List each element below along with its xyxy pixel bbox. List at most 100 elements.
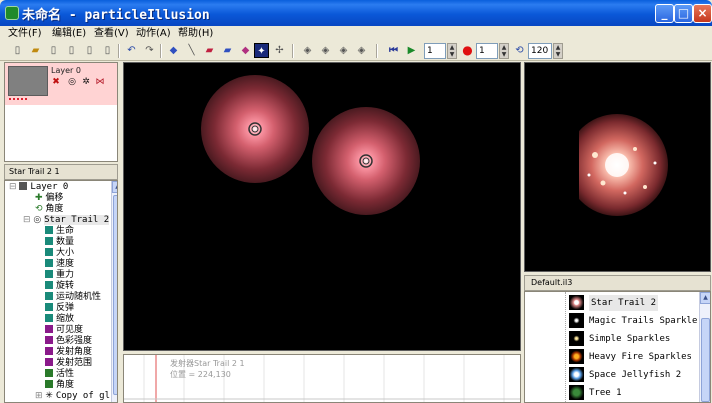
tree-item-emission-angle[interactable]: 发射角度 bbox=[45, 347, 92, 358]
emitter-1[interactable] bbox=[201, 75, 309, 183]
tree-item-angle[interactable]: ⟲ 角度 bbox=[35, 204, 63, 215]
library-item-magic-trails[interactable]: Magic Trails Sparkle bbox=[589, 313, 697, 329]
layer-delete-icon[interactable]: ✖ bbox=[51, 77, 61, 87]
menu-edit[interactable]: 编辑(E) bbox=[50, 26, 88, 41]
parameter-tree: ⊟ Layer 0 ✚ 偏移 ⟲ 角度 ⊟ ◎ Star Trail 2 生命 … bbox=[4, 180, 118, 403]
stage-svg bbox=[201, 75, 420, 215]
tree-item-life[interactable]: 生命 bbox=[45, 226, 74, 237]
tree-item-offset[interactable]: ✚ 偏移 bbox=[35, 193, 63, 204]
library-header: Default.il3 bbox=[524, 275, 711, 291]
save-as-icon[interactable]: ▯ bbox=[64, 43, 79, 58]
layer-square-icon bbox=[19, 182, 28, 190]
stage-canvas[interactable] bbox=[123, 62, 521, 351]
tree-scroll-thumb[interactable] bbox=[113, 195, 117, 395]
layer-thumbnail bbox=[8, 66, 48, 96]
zoom-in-icon[interactable]: ◈ bbox=[318, 43, 333, 58]
close-button[interactable]: × bbox=[693, 4, 712, 23]
redo-icon[interactable]: ↷ bbox=[142, 43, 157, 58]
tree-item-tint[interactable]: 色彩强度 bbox=[45, 336, 92, 347]
tree-item-zoom[interactable]: 缩放 bbox=[45, 314, 74, 325]
tree-item-layer[interactable]: ⊟ Layer 0 bbox=[9, 182, 68, 193]
library-thumb-star-trail bbox=[569, 295, 584, 310]
paste-icon[interactable]: ▯ bbox=[100, 43, 115, 58]
tree-item-size[interactable]: 大小 bbox=[45, 248, 74, 259]
library-item-tree[interactable]: Tree 1 bbox=[589, 385, 622, 401]
copy-icon[interactable]: ▯ bbox=[82, 43, 97, 58]
emitter-2[interactable] bbox=[312, 107, 420, 215]
library-thumb-magic-trails bbox=[569, 313, 584, 328]
library-thumb-space-jellyfish bbox=[569, 367, 584, 382]
save-icon[interactable]: ▯ bbox=[46, 43, 61, 58]
layer-settings-icon[interactable]: ✲ bbox=[81, 77, 91, 87]
menu-help[interactable]: 帮助(H) bbox=[176, 26, 215, 41]
library-thumb-tree bbox=[569, 385, 584, 400]
zoom-fit-icon[interactable]: ◈ bbox=[300, 43, 315, 58]
title-bar[interactable]: 未命名 - particleIllusion _ □ × bbox=[0, 0, 712, 26]
undo-icon[interactable]: ↶ bbox=[124, 43, 139, 58]
library-item-heavy-fire[interactable]: Heavy Fire Sparkles bbox=[589, 349, 692, 365]
menu-file[interactable]: 文件(F) bbox=[6, 26, 44, 41]
library-scrollbar[interactable]: ▲ bbox=[699, 292, 710, 402]
tree-item-velocity[interactable]: 速度 bbox=[45, 259, 74, 270]
layer-target-icon[interactable]: ◎ bbox=[67, 77, 77, 87]
minimize-button[interactable]: _ bbox=[655, 4, 674, 23]
point-emitter-icon[interactable]: ◆ bbox=[166, 43, 181, 58]
layer-panel: Layer 0 ✖ ◎ ✲ ⋈ bbox=[4, 62, 118, 162]
record-input[interactable]: 1 bbox=[476, 43, 498, 59]
shape-emitter-icon[interactable]: ▰ bbox=[220, 43, 235, 58]
frame-input[interactable]: 1 bbox=[424, 43, 446, 59]
timeline-panel[interactable]: 发射器Star Trail 2 1 位置 = 224,130 bbox=[123, 354, 521, 403]
tree-item-copy[interactable]: ⊞ ✳ Copy of gl bbox=[35, 391, 110, 402]
menu-view[interactable]: 查看(V) bbox=[92, 26, 131, 41]
zoom-reset-icon[interactable]: ◈ bbox=[354, 43, 369, 58]
tree-item-motion-random[interactable]: 运动随机性 bbox=[45, 292, 101, 303]
library-thumb-simple-sparkles bbox=[569, 331, 584, 346]
menu-action[interactable]: 动作(A) bbox=[134, 26, 173, 41]
record-icon[interactable]: ● bbox=[460, 43, 475, 58]
layer-bowtie-icon[interactable]: ⋈ bbox=[95, 77, 105, 87]
loop-spinner[interactable]: ▲ ▼ bbox=[553, 43, 563, 59]
line-emitter-icon[interactable]: ╲ bbox=[184, 43, 199, 58]
tree-item-emission-range[interactable]: 发射范围 bbox=[45, 358, 92, 369]
tree-scrollbar[interactable]: ▲ bbox=[111, 181, 117, 402]
toolbar: ▯ ▰ ▯ ▯ ▯ ▯ ↶ ↷ ◆ ╲ ▰ ▰ ◆ ✦ ✢ ◈ ◈ ◈ ◈ ⏮ … bbox=[0, 41, 712, 61]
area-emitter-icon[interactable]: ▰ bbox=[202, 43, 217, 58]
open-folder-icon[interactable]: ▰ bbox=[28, 43, 43, 58]
tree-item-angle-2[interactable]: 角度 bbox=[45, 380, 74, 391]
new-file-icon[interactable]: ▯ bbox=[10, 43, 25, 58]
rewind-icon[interactable]: ⏮ bbox=[386, 43, 401, 58]
deflector-icon[interactable]: ◆ bbox=[238, 43, 253, 58]
library-item-star-trail[interactable]: Star Trail 2 bbox=[589, 295, 659, 311]
tree-item-active[interactable]: 活性 bbox=[45, 369, 74, 380]
layer-name: Layer 0 bbox=[51, 66, 81, 75]
loop-input[interactable]: 120 bbox=[528, 43, 552, 59]
tree-item-visibility[interactable]: 可见度 bbox=[45, 325, 83, 336]
library-scroll-thumb[interactable] bbox=[701, 318, 710, 402]
tree-item-bounce[interactable]: 反弹 bbox=[45, 303, 74, 314]
zoom-out-icon[interactable]: ◈ bbox=[336, 43, 351, 58]
play-icon[interactable]: ▶ bbox=[404, 43, 419, 58]
tree-item-emitter[interactable]: ⊟ ◎ Star Trail 2 bbox=[23, 215, 110, 226]
library-thumb-heavy-fire bbox=[569, 349, 584, 364]
transform-icon[interactable]: ✢ bbox=[272, 43, 287, 58]
tree-item-number[interactable]: 数量 bbox=[45, 237, 74, 248]
library-scroll-up-icon[interactable]: ▲ bbox=[700, 292, 710, 304]
preview-svg bbox=[525, 63, 668, 271]
grid-icon[interactable]: ✦ bbox=[254, 43, 269, 58]
scroll-up-icon[interactable]: ▲ bbox=[112, 181, 117, 193]
emitter-library: Star Trail 2 Magic Trails Sparkle Simple… bbox=[524, 291, 711, 403]
window-title: 未命名 - particleIllusion bbox=[22, 8, 210, 23]
record-spinner[interactable]: ▲ ▼ bbox=[499, 43, 509, 59]
frame-spinner[interactable]: ▲ ▼ bbox=[447, 43, 457, 59]
library-item-simple-sparkles[interactable]: Simple Sparkles bbox=[589, 331, 670, 347]
app-window: 未命名 - particleIllusion _ □ × 文件(F) 编辑(E)… bbox=[0, 0, 712, 403]
layer-row[interactable]: Layer 0 ✖ ◎ ✲ ⋈ bbox=[5, 63, 117, 105]
toolbar-separator bbox=[292, 44, 294, 58]
tree-item-spin[interactable]: 旋转 bbox=[45, 281, 74, 292]
tree-item-weight[interactable]: 重力 bbox=[45, 270, 74, 281]
loop-icon[interactable]: ⟲ bbox=[512, 43, 527, 58]
library-item-space-jellyfish[interactable]: Space Jellyfish 2 bbox=[589, 367, 681, 383]
preview-canvas bbox=[524, 62, 711, 272]
layer-dots bbox=[9, 98, 27, 100]
maximize-button[interactable]: □ bbox=[674, 4, 693, 23]
